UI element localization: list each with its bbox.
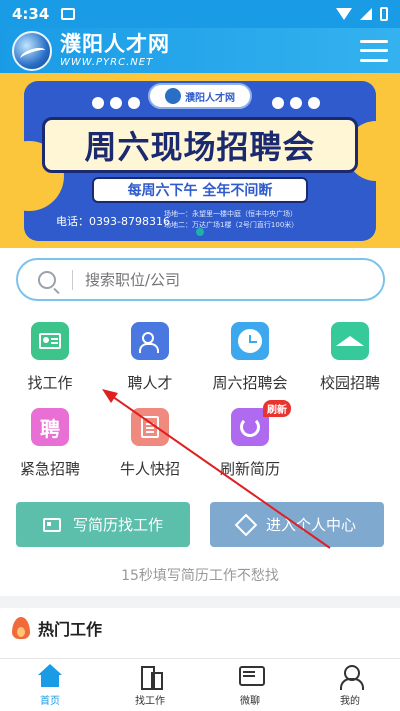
write-resume-button[interactable]: 写简历找工作 (16, 502, 190, 547)
grid-item-hire-talent[interactable]: 聘人才 (100, 322, 200, 408)
banner-globe-icon (165, 88, 181, 104)
grid-label: 紧急招聘 (19, 460, 80, 478)
search-input[interactable] (85, 270, 345, 289)
grid-item-campus-recruit[interactable]: 校园招聘 (300, 322, 400, 408)
grid-item-urgent-hiring[interactable]: 聘 紧急招聘 (0, 408, 100, 494)
tagline: 15秒填写简历工作不愁找 (121, 568, 279, 584)
hamburger-menu-icon[interactable] (360, 39, 388, 62)
search-bar[interactable] (16, 258, 385, 301)
logo-globe-icon (12, 30, 52, 71)
document-icon (131, 408, 169, 446)
banner-address-line: 场地一：永望里一楼中庭（恒丰中央广场） (164, 210, 297, 218)
edit-icon (234, 513, 258, 536)
flame-icon (12, 617, 30, 639)
grid-label: 聘人才 (127, 374, 173, 392)
banner-address: 场地一：永望里一楼中庭（恒丰中央广场） 场地二：万达广场1楼（2号门直行100米… (164, 209, 324, 231)
nav-label: 首页 (40, 695, 60, 707)
logo-name: 濮阳人才网 (60, 31, 170, 56)
section-divider (0, 596, 400, 608)
grid-item-saturday-fair[interactable]: 周六招聘会 (200, 322, 300, 408)
status-bar: 4:34 (0, 0, 400, 28)
logo: 濮阳人才网 WWW.PYRC.NET (60, 31, 170, 68)
signal-icon (360, 8, 372, 20)
nav-item-find-job[interactable]: 找工作 (100, 659, 200, 711)
id-card-icon (31, 322, 69, 360)
battery-icon (380, 7, 388, 21)
building-icon (138, 664, 163, 690)
nav-label: 找工作 (135, 695, 165, 707)
notification-icon (61, 8, 76, 20)
home-icon (38, 663, 62, 688)
app-header: 濮阳人才网 WWW.PYRC.NET (0, 28, 400, 73)
write-resume-label: 写简历找工作 (72, 516, 163, 534)
grid-label: 校园招聘 (319, 374, 380, 392)
grid-label: 找工作 (27, 374, 73, 392)
nav-item-chat[interactable]: 微聊 (200, 659, 300, 711)
people-icon (131, 322, 169, 360)
grid-item-refresh-resume[interactable]: 刷新 刷新简历 (200, 400, 300, 494)
banner-pill-text: 濮阳人才网 (185, 92, 235, 104)
promo-banner[interactable]: 濮阳人才网 周六现场招聘会 每周六下午 全年不间断 电话：0393-879831… (0, 73, 400, 248)
refresh-badge: 刷新 (263, 400, 291, 417)
grid-item-quick-hire[interactable]: 牛人快招 (100, 408, 200, 494)
banner-phone: 电话：0393-8798316 (56, 215, 170, 228)
nav-item-profile[interactable]: 我的 (300, 659, 400, 711)
banner-subtitle: 每周六下午 全年不间断 (92, 177, 308, 203)
feature-grid: 找工作 聘人才 周六招聘会 校园招聘 聘 紧急招聘 牛人快招 刷新 刷新简历 (0, 322, 400, 494)
grid-label: 刷新简历 (219, 460, 280, 478)
wifi-icon (336, 8, 352, 20)
hot-jobs-title: 热门工作 (38, 620, 103, 639)
status-time: 4:34 (12, 5, 50, 23)
hot-jobs-header: 热门工作 (12, 616, 102, 640)
nav-label: 我的 (340, 695, 360, 707)
banner-dots-right (272, 97, 320, 109)
app-screen: 4:34 濮阳人才网 WWW.PYRC.NET 濮阳人才网 周六现场招聘会 每周… (0, 0, 400, 711)
pin-char-icon: 聘 (31, 408, 69, 446)
nav-item-home[interactable]: 首页 (0, 659, 100, 711)
grid-label: 牛人快招 (119, 460, 180, 478)
graduation-cap-icon (331, 322, 369, 360)
banner-dots-left (92, 97, 140, 109)
logo-url: WWW.PYRC.NET (60, 56, 154, 68)
grid-item-find-job[interactable]: 找工作 (0, 322, 100, 408)
resume-icon (42, 517, 61, 532)
chat-icon (238, 664, 265, 688)
personal-center-button[interactable]: 进入个人中心 (210, 502, 384, 547)
grid-row: 找工作 聘人才 周六招聘会 校园招聘 (0, 322, 400, 408)
search-icon (38, 270, 56, 289)
banner-logo-pill: 濮阳人才网 (148, 83, 252, 109)
personal-center-label: 进入个人中心 (265, 516, 356, 534)
banner-title: 周六现场招聘会 (42, 117, 358, 173)
refresh-icon: 刷新 (231, 400, 291, 446)
bottom-nav: 首页 找工作 微聊 我的 (0, 658, 400, 711)
banner-address-line: 场地二：万达广场1楼（2号门直行100米） (164, 221, 299, 229)
person-icon (338, 664, 364, 690)
grid-row: 聘 紧急招聘 牛人快招 刷新 刷新简历 (0, 400, 400, 494)
action-buttons: 写简历找工作 进入个人中心 (16, 502, 384, 547)
nav-label: 微聊 (240, 695, 260, 707)
carousel-indicator[interactable] (196, 228, 204, 236)
grid-label: 周六招聘会 (212, 374, 288, 392)
clock-icon (231, 322, 269, 360)
search-divider (72, 269, 73, 290)
status-indicators (336, 7, 388, 21)
